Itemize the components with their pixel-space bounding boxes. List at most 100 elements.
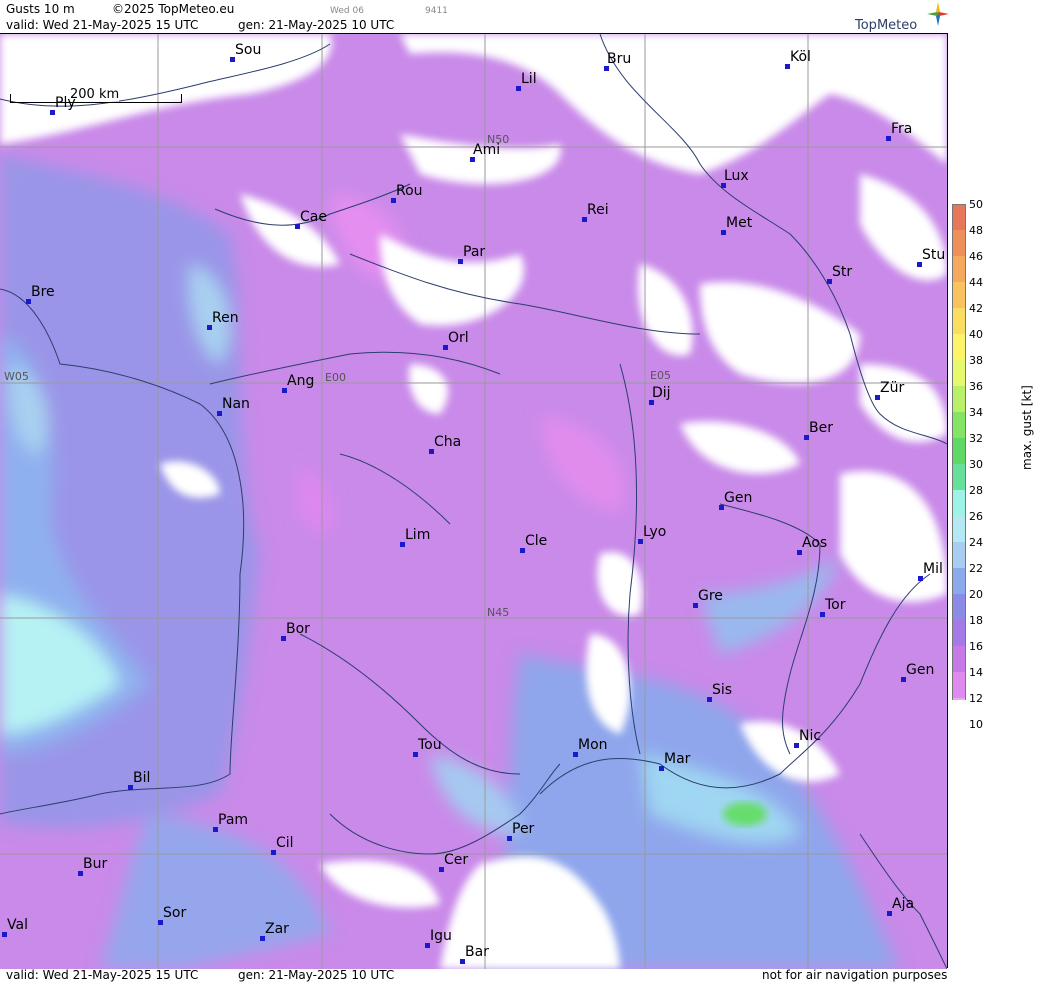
city-label: Cil <box>271 836 294 855</box>
city-label: Cle <box>520 534 547 553</box>
valid-time-top: valid: Wed 21-May-2025 15 UTC <box>6 18 199 32</box>
color-scale-bar <box>952 204 966 700</box>
legend-swatch <box>952 230 966 256</box>
legend-tick-label: 44 <box>969 276 983 289</box>
city-label: Ply <box>50 96 76 115</box>
legend-swatch <box>952 542 966 568</box>
legend-swatch <box>952 308 966 334</box>
disclaimer: not for air navigation purposes <box>762 968 948 982</box>
grid-label: N45 <box>487 606 510 619</box>
city-label: Ren <box>207 311 239 330</box>
city-label: Lil <box>516 72 537 91</box>
city-label: Bor <box>281 622 310 641</box>
gen-time-top: gen: 21-May-2025 10 UTC <box>238 18 395 32</box>
legend-tick-label: 14 <box>969 666 983 679</box>
legend-tick-label: 48 <box>969 224 983 237</box>
city-label: Lux <box>721 169 749 188</box>
legend-tick-label: 46 <box>969 250 983 263</box>
grid-label: E05 <box>650 369 671 382</box>
legend-title: max. gust [kt] <box>1020 385 1034 470</box>
city-label: Par <box>458 245 485 264</box>
brand-name: TopMeteo <box>855 18 918 33</box>
legend-tick-label: 34 <box>969 406 983 419</box>
city-label: Gen <box>901 663 934 682</box>
run-code: Wed 06 <box>330 6 364 16</box>
run-id: 9411 <box>425 6 448 16</box>
legend-swatch <box>952 698 966 700</box>
legend-tick-label: 32 <box>969 432 983 445</box>
city-label: Ami <box>470 143 500 162</box>
gust-map[interactable]: 200 km N50 W05 E00 E05 N45 Sou Bru Köl L… <box>0 33 948 969</box>
legend-swatch <box>952 412 966 438</box>
legend-tick-label: 16 <box>969 640 983 653</box>
city-label: Cha <box>429 435 461 454</box>
legend-swatch <box>952 204 966 230</box>
legend-swatch <box>952 490 966 516</box>
city-label: Val <box>2 918 28 937</box>
legend-swatch <box>952 334 966 360</box>
legend-tick-label: 42 <box>969 302 983 315</box>
city-label: Met <box>721 216 752 235</box>
legend-swatch <box>952 256 966 282</box>
city-label: Aos <box>797 536 827 555</box>
grid-label: W05 <box>4 370 29 383</box>
grid-label: E00 <box>325 371 346 384</box>
city-label: Str <box>827 265 852 284</box>
legend-swatch <box>952 646 966 672</box>
city-label: Per <box>507 822 534 841</box>
legend-tick-label: 24 <box>969 536 983 549</box>
city-label: Cae <box>295 210 327 229</box>
brand-logo: TopMeteo <box>855 2 949 33</box>
city-label: Mil <box>918 562 943 581</box>
legend-swatch <box>952 282 966 308</box>
city-label: Gen <box>719 491 752 510</box>
legend-swatch <box>952 672 966 698</box>
city-label: Nic <box>794 729 821 748</box>
legend-tick-label: 10 <box>969 718 983 731</box>
legend-swatch <box>952 438 966 464</box>
city-label: Stu <box>917 248 945 267</box>
city-label: Zür <box>875 381 904 400</box>
city-label: Pam <box>213 813 248 832</box>
legend-swatch <box>952 516 966 542</box>
city-label: Bar <box>460 945 489 964</box>
compass-icon <box>927 2 949 26</box>
legend-tick-label: 40 <box>969 328 983 341</box>
city-label: Lim <box>400 528 430 547</box>
legend-tick-label: 18 <box>969 614 983 627</box>
legend-tick-label: 36 <box>969 380 983 393</box>
city-label: Nan <box>217 397 250 416</box>
legend-tick-label: 20 <box>969 588 983 601</box>
city-label: Aja <box>887 897 914 916</box>
legend-swatch <box>952 568 966 594</box>
city-label: Bur <box>78 857 107 876</box>
legend-swatch <box>952 620 966 646</box>
city-label: Igu <box>425 929 452 948</box>
city-label: Bru <box>604 52 631 71</box>
legend-tick-label: 38 <box>969 354 983 367</box>
city-label: Rou <box>391 184 423 203</box>
city-label: Tor <box>820 598 846 617</box>
legend-tick-label: 30 <box>969 458 983 471</box>
legend-swatch <box>952 386 966 412</box>
legend-swatch <box>952 360 966 386</box>
legend-tick-label: 28 <box>969 484 983 497</box>
city-label: Mon <box>573 738 608 757</box>
city-label: Tou <box>413 738 442 757</box>
legend-swatch <box>952 464 966 490</box>
city-label: Ber <box>804 421 833 440</box>
city-label: Sis <box>707 683 732 702</box>
city-label: Rei <box>582 203 609 222</box>
city-label: Gre <box>693 589 723 608</box>
city-label: Ang <box>282 374 314 393</box>
city-label: Bil <box>128 771 150 790</box>
city-label: Sor <box>158 906 186 925</box>
legend-tick-label: 12 <box>969 692 983 705</box>
legend-tick-label: 26 <box>969 510 983 523</box>
city-label: Mar <box>659 752 690 771</box>
valid-time-bottom: valid: Wed 21-May-2025 15 UTC <box>6 968 199 982</box>
legend-tick-label: 50 <box>969 198 983 211</box>
city-label: Bre <box>26 285 55 304</box>
city-label: Sou <box>230 43 261 62</box>
city-label: Dij <box>649 386 671 405</box>
